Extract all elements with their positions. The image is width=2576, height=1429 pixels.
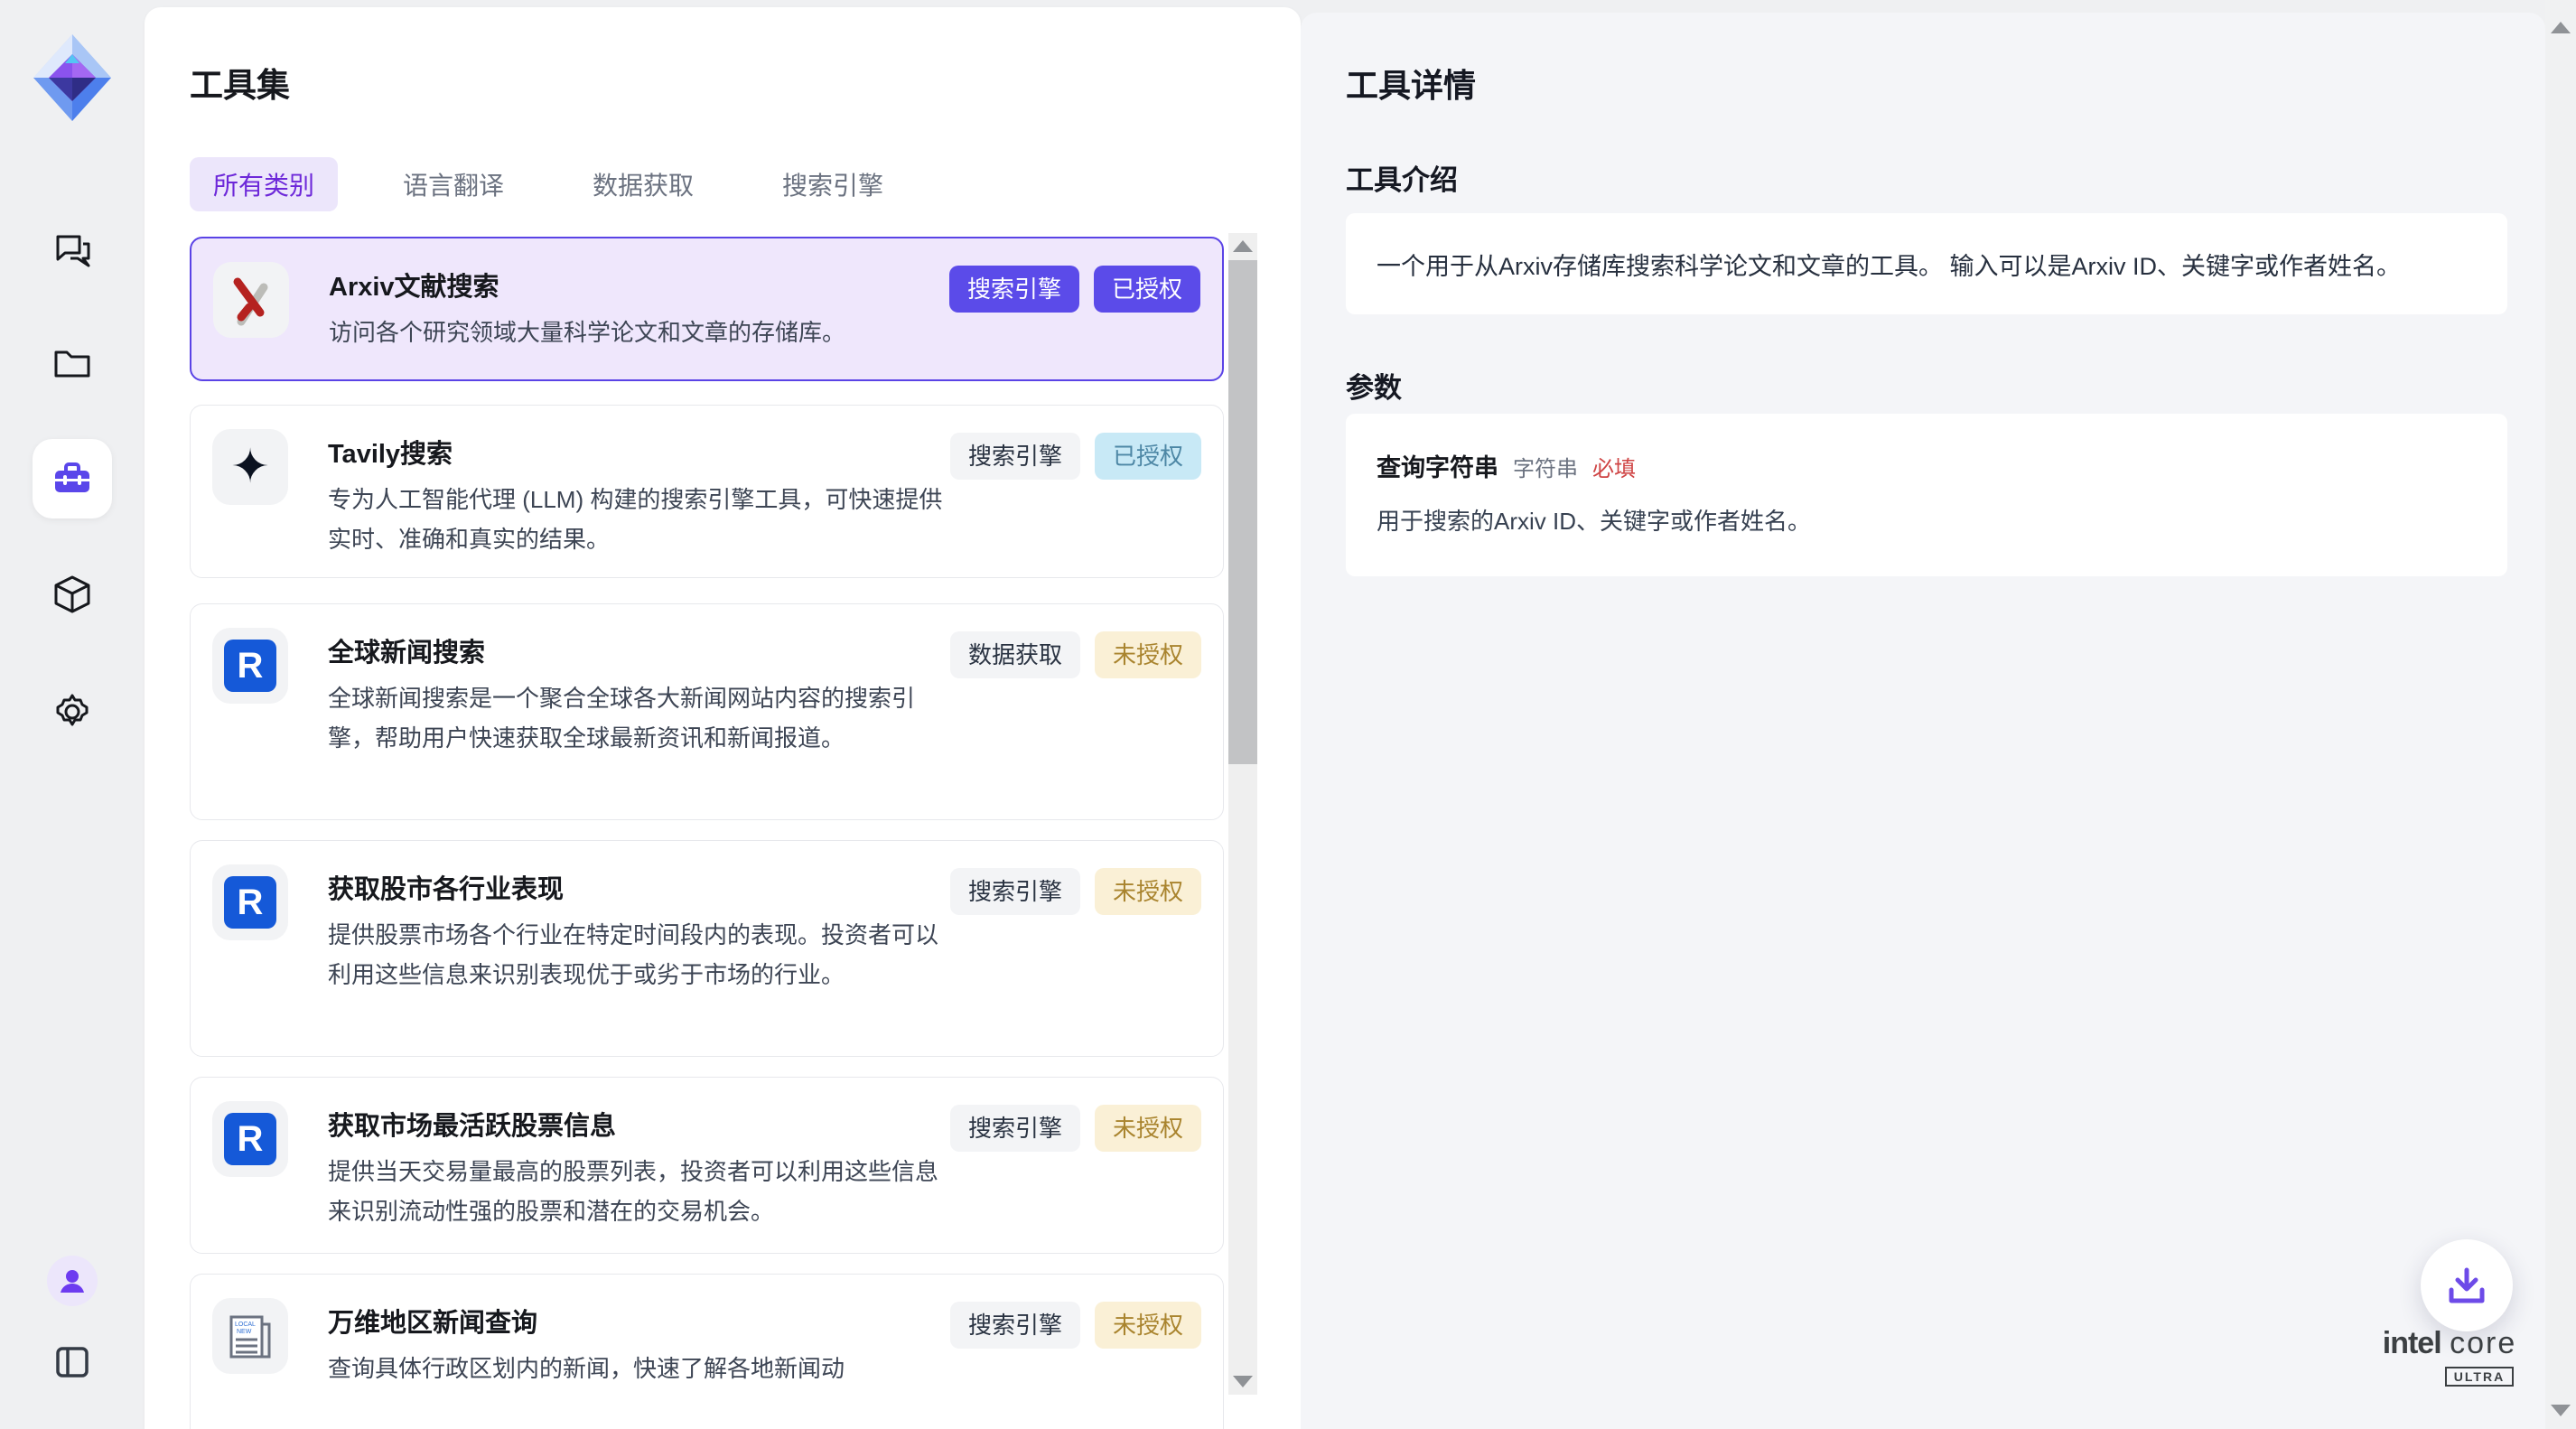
category-badge: 搜索引擎	[949, 266, 1079, 313]
tab-translation[interactable]: 语言翻译	[379, 157, 527, 211]
r-logo-icon: R	[212, 1101, 288, 1177]
intro-text: 一个用于从Arxiv存储库搜索科学论文和文章的工具。 输入可以是Arxiv ID…	[1377, 247, 2401, 282]
tool-text: 获取市场最活跃股票信息 提供当天交易量最高的股票列表，投资者可以利用这些信息来识…	[328, 1101, 950, 1253]
r-logo-letter: R	[224, 876, 276, 929]
param-type: 字符串	[1513, 451, 1578, 482]
tab-search-engine[interactable]: 搜索引擎	[759, 157, 907, 211]
page-scroll-down-icon[interactable]	[2551, 1405, 2571, 1416]
tool-description: 提供当天交易量最高的股票列表，投资者可以利用这些信息来识别流动性强的股票和潜在的…	[328, 1152, 950, 1231]
tool-name: 获取市场最活跃股票信息	[328, 1105, 950, 1143]
intro-heading: 工具介绍	[1346, 157, 1458, 198]
category-tabs: 所有类别 语言翻译 数据获取 搜索引擎	[190, 159, 907, 210]
download-button[interactable]	[2421, 1239, 2513, 1331]
tool-name: 全球新闻搜索	[328, 631, 950, 669]
gear-icon[interactable]	[45, 685, 99, 739]
intro-card: 一个用于从Arxiv存储库搜索科学论文和文章的工具。 输入可以是Arxiv ID…	[1346, 213, 2507, 314]
r-logo-letter: R	[224, 640, 276, 692]
tool-name: 万维地区新闻查询	[328, 1302, 845, 1340]
tool-description: 访问各个研究领域大量科学论文和文章的存储库。	[329, 313, 845, 352]
tool-name: Tavily搜索	[328, 433, 950, 471]
folder-icon[interactable]	[45, 336, 99, 390]
scroll-down-icon[interactable]	[1233, 1376, 1253, 1387]
svg-text:NEW: NEW	[237, 1329, 252, 1335]
param-required-label: 必填	[1592, 451, 1636, 482]
toolbox-icon[interactable]	[33, 439, 112, 518]
tool-description: 查询具体行政区划内的新闻，快速了解各地新闻动	[328, 1349, 845, 1388]
tools-panel: 工具集 所有类别 语言翻译 数据获取 搜索引擎 Arxiv文献搜索 访问各个研究…	[145, 7, 1301, 1429]
sparkle-icon: ✦	[212, 429, 288, 505]
category-badge: 搜索引擎	[950, 1105, 1080, 1152]
tool-card-stock-sectors[interactable]: R 获取股市各行业表现 提供股票市场各个行业在特定时间段内的表现。投资者可以利用…	[190, 840, 1224, 1057]
auth-badge: 未授权	[1095, 1302, 1201, 1349]
category-badge: 数据获取	[950, 631, 1080, 678]
cube-icon[interactable]	[45, 567, 99, 621]
tool-card-arxiv[interactable]: Arxiv文献搜索 访问各个研究领域大量科学论文和文章的存储库。 搜索引擎 已授…	[190, 237, 1224, 381]
auth-badge: 未授权	[1095, 868, 1201, 915]
app-logo-icon	[30, 31, 115, 125]
tool-text: 全球新闻搜索 全球新闻搜索是一个聚合全球各大新闻网站内容的搜索引擎，帮助用户快速…	[328, 628, 950, 819]
category-badge: 搜索引擎	[950, 868, 1080, 915]
params-heading: 参数	[1346, 365, 1402, 406]
tool-card-active-stocks[interactable]: R 获取市场最活跃股票信息 提供当天交易量最高的股票列表，投资者可以利用这些信息…	[190, 1077, 1224, 1254]
param-description: 用于搜索的Arxiv ID、关键字或作者姓名。	[1377, 503, 2477, 537]
tool-badges: 搜索引擎 已授权	[949, 266, 1200, 313]
r-logo-icon: R	[212, 864, 288, 940]
auth-badge: 已授权	[1095, 433, 1201, 480]
category-badge: 搜索引擎	[950, 1302, 1080, 1349]
scroll-up-icon[interactable]	[1233, 240, 1253, 252]
tool-badges: 搜索引擎 已授权	[950, 433, 1201, 480]
tool-name: 获取股市各行业表现	[328, 868, 950, 906]
avatar-icon[interactable]	[47, 1256, 98, 1306]
tool-text: 万维地区新闻查询 查询具体行政区划内的新闻，快速了解各地新闻动	[328, 1298, 845, 1429]
tool-badges: 数据获取 未授权	[950, 631, 1201, 678]
tool-card-regional-news[interactable]: LOCAL NEW 万维地区新闻查询 查询具体行政区划内的新闻，快速了解各地新闻…	[190, 1274, 1224, 1429]
auth-badge: 未授权	[1095, 1105, 1201, 1152]
r-logo-icon: R	[212, 628, 288, 704]
arxiv-x-icon	[213, 262, 289, 338]
page-scrollbar[interactable]	[2545, 0, 2576, 1429]
page-title: 工具集	[190, 58, 290, 107]
param-name: 查询字符串	[1377, 448, 1498, 483]
category-badge: 搜索引擎	[950, 433, 1080, 480]
r-logo-letter: R	[224, 1113, 276, 1165]
svg-text:LOCAL: LOCAL	[235, 1322, 256, 1328]
tool-text: Tavily搜索 专为人工智能代理 (LLM) 构建的搜索引擎工具，可快速提供实…	[328, 429, 950, 577]
tool-badges: 搜索引擎 未授权	[950, 1302, 1201, 1349]
scrollbar-thumb[interactable]	[1228, 260, 1257, 764]
tool-text: Arxiv文献搜索 访问各个研究领域大量科学论文和文章的存储库。	[329, 262, 845, 379]
tool-list-scrollbar[interactable]	[1228, 233, 1257, 1395]
tab-all-categories[interactable]: 所有类别	[190, 157, 338, 211]
tool-description: 专为人工智能代理 (LLM) 构建的搜索引擎工具，可快速提供实时、准确和真实的结…	[328, 480, 950, 559]
tool-badges: 搜索引擎 未授权	[950, 1105, 1201, 1152]
tab-data-fetch[interactable]: 数据获取	[569, 157, 717, 211]
param-row: 查询字符串 字符串 必填	[1377, 448, 2477, 483]
intel-core-text: intel core	[2377, 1326, 2522, 1361]
tool-badges: 搜索引擎 未授权	[950, 868, 1201, 915]
core-word: core	[2450, 1326, 2516, 1360]
tool-card-global-news[interactable]: R 全球新闻搜索 全球新闻搜索是一个聚合全球各大新闻网站内容的搜索引擎，帮助用户…	[190, 603, 1224, 820]
panel-toggle-icon[interactable]	[45, 1335, 99, 1389]
ultra-badge: ULTRA	[2445, 1367, 2514, 1387]
intel-word: intel	[2383, 1326, 2441, 1360]
tool-name: Arxiv文献搜索	[329, 266, 845, 304]
left-rail	[0, 0, 145, 1429]
auth-badge: 已授权	[1094, 266, 1200, 313]
tool-description: 提供股票市场各个行业在特定时间段内的表现。投资者可以利用这些信息来识别表现优于或…	[328, 915, 950, 995]
app-window: 工具集 所有类别 语言翻译 数据获取 搜索引擎 Arxiv文献搜索 访问各个研究…	[0, 0, 2576, 1429]
intel-core-logo: intel core ULTRA	[2377, 1326, 2522, 1387]
auth-badge: 未授权	[1095, 631, 1201, 678]
tool-description: 全球新闻搜索是一个聚合全球各大新闻网站内容的搜索引擎，帮助用户快速获取全球最新资…	[328, 678, 950, 758]
news-doc-icon: LOCAL NEW	[212, 1298, 288, 1374]
tool-text: 获取股市各行业表现 提供股票市场各个行业在特定时间段内的表现。投资者可以利用这些…	[328, 864, 950, 1056]
detail-title: 工具详情	[1346, 60, 1476, 107]
page-scroll-up-icon[interactable]	[2551, 22, 2571, 33]
tool-detail-panel: 工具详情 工具介绍 一个用于从Arxiv存储库搜索科学论文和文章的工具。 输入可…	[1301, 13, 2545, 1429]
param-card: 查询字符串 字符串 必填 用于搜索的Arxiv ID、关键字或作者姓名。	[1346, 414, 2507, 576]
chat-icon[interactable]	[45, 224, 99, 278]
tool-card-tavily[interactable]: ✦ Tavily搜索 专为人工智能代理 (LLM) 构建的搜索引擎工具，可快速提…	[190, 405, 1224, 578]
